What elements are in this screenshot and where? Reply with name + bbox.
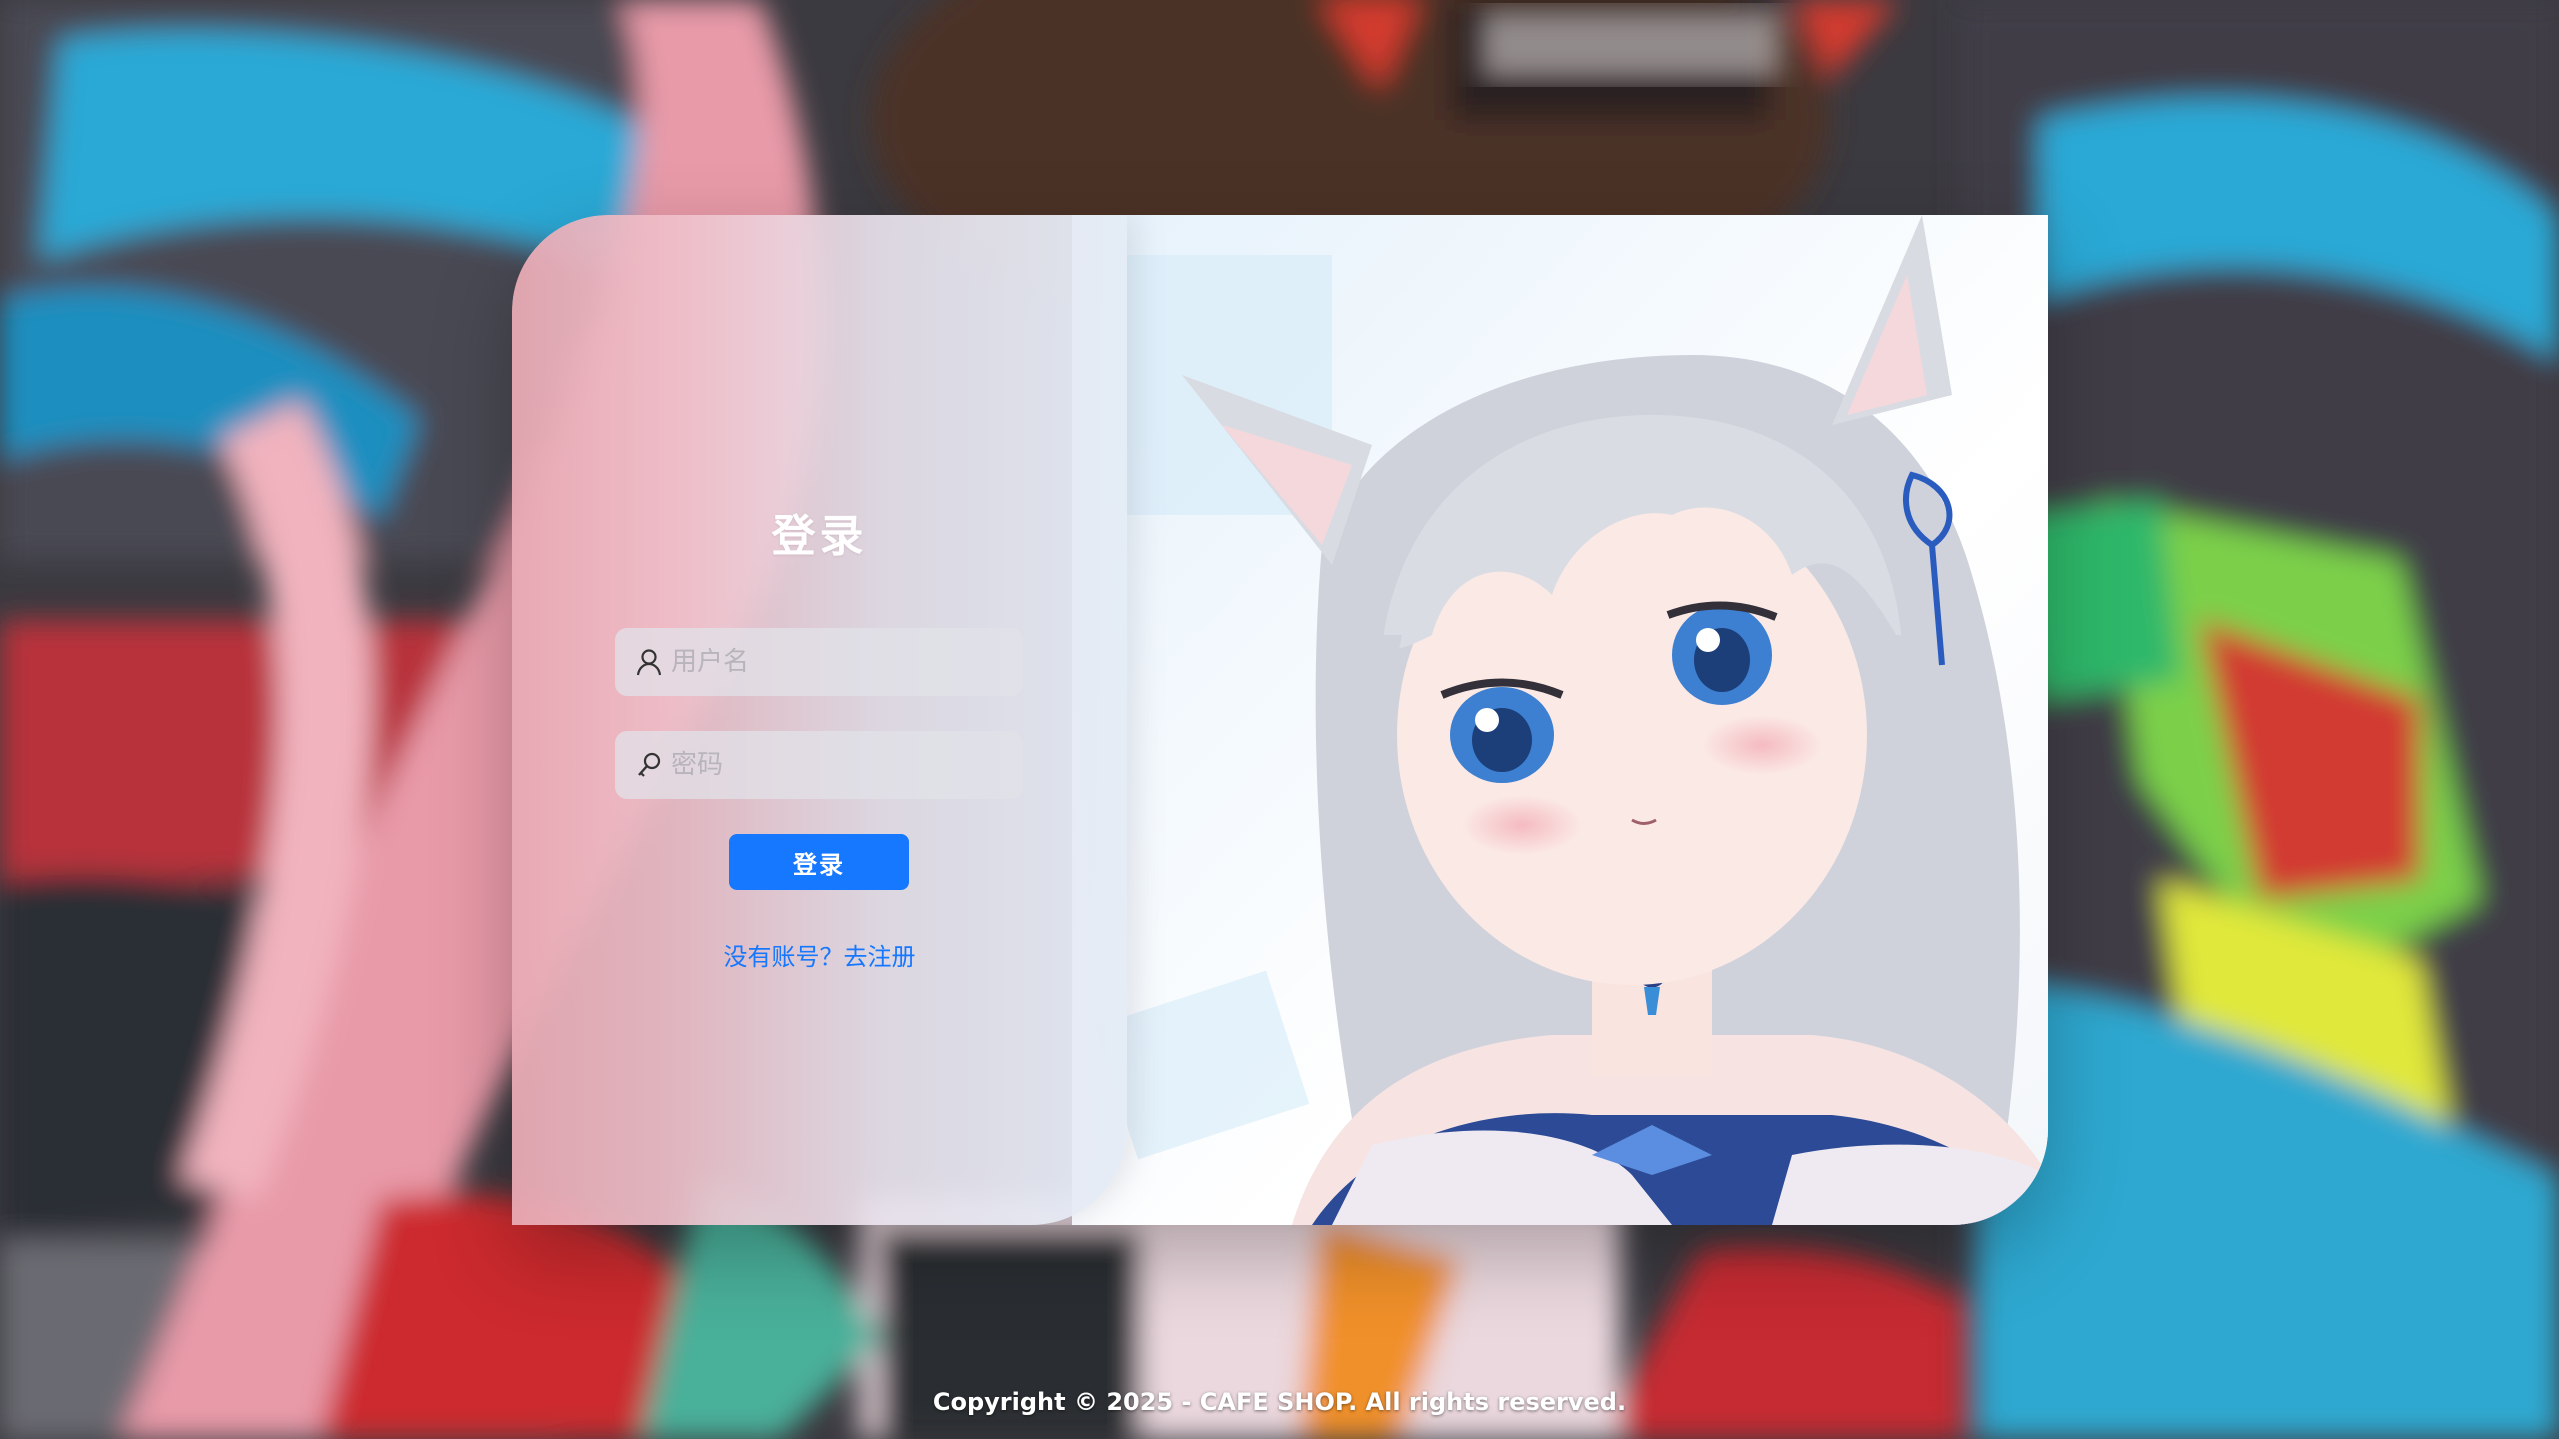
username-field[interactable] [615,628,1023,696]
login-button[interactable]: 登录 [729,834,909,890]
login-card: 登录 登录 没有账号？去注册 [512,215,2048,1225]
illustration-panel [1072,215,2048,1225]
password-input[interactable] [669,734,1013,796]
footer-copyright: Copyright © 2025 - CAFE SHOP. All rights… [932,1388,1627,1416]
login-form-panel: 登录 登录 没有账号？去注册 [512,215,1127,1225]
key-icon [635,751,663,779]
catgirl-illustration [1072,215,2048,1225]
password-field[interactable] [615,731,1023,799]
register-link[interactable]: 没有账号？去注册 [724,943,916,971]
login-title: 登录 [771,511,868,562]
user-icon [635,648,663,676]
username-input[interactable] [669,631,1013,693]
register-prompt: 没有账号？去注册 [512,937,1127,972]
